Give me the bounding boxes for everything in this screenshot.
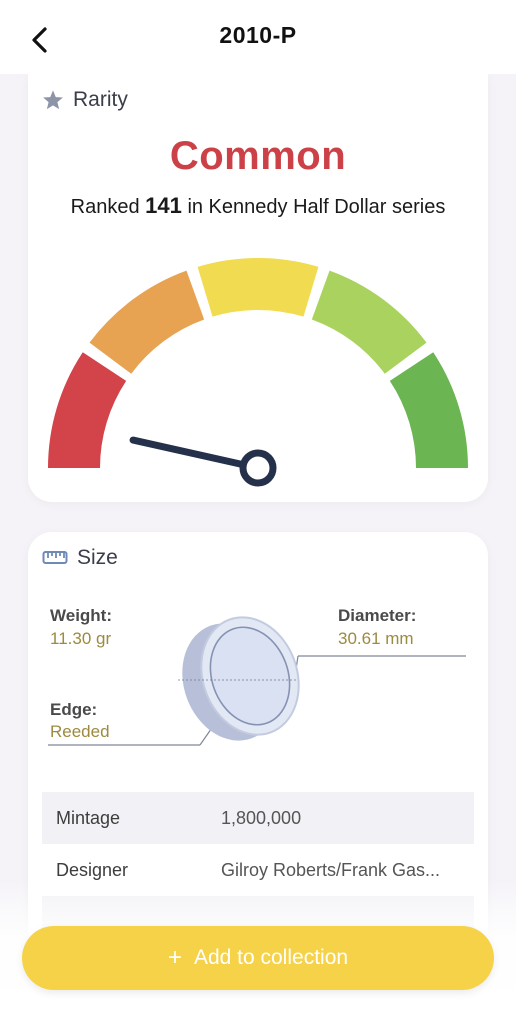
rank-prefix: Ranked — [70, 196, 140, 218]
plus-icon: + — [167, 944, 182, 971]
row-value: 1,800,000 — [221, 807, 302, 828]
rarity-header: Rarity — [42, 88, 128, 112]
edge-value: Reeded — [50, 722, 110, 741]
rarity-section-label: Rarity — [73, 88, 128, 111]
weight-value: 11.30 gr — [50, 629, 112, 648]
add-to-collection-label: Add to collection — [193, 946, 349, 969]
page-title: 2010-P — [219, 22, 297, 48]
ruler-icon — [42, 551, 68, 564]
rank-number: 141 — [145, 193, 182, 218]
star-icon — [43, 90, 63, 110]
rank-text: Ranked 141 in Kennedy Half Dollar series — [68, 192, 448, 221]
gauge-segment — [311, 270, 427, 374]
rarity-value: Common — [169, 134, 347, 178]
gauge-hub — [239, 449, 277, 487]
gauge-segment — [48, 352, 127, 468]
add-to-collection-button[interactable]: + Add to collection — [22, 926, 494, 990]
edge-label: Edge: — [50, 700, 98, 719]
row-value: Gilroy Roberts/Frank Gas... — [221, 859, 441, 880]
diameter-label: Diameter: — [338, 606, 417, 625]
table-row: Mintage 1,800,000 — [42, 792, 474, 844]
rarity-card: Rarity Common Ranked 141 in Kennedy Half… — [28, 74, 488, 502]
gauge-segment — [89, 270, 205, 374]
rank-suffix: in Kennedy Half Dollar series — [187, 196, 446, 218]
row-key: Mintage — [56, 807, 121, 828]
top-bar: 2010-P — [0, 0, 516, 74]
gauge-segment — [389, 352, 468, 468]
rarity-gauge — [48, 258, 468, 487]
size-header: Size — [42, 546, 118, 570]
diameter-value: 30.61 mm — [338, 629, 414, 648]
gauge-needle — [129, 436, 262, 472]
row-key: Designer — [56, 859, 129, 880]
gauge-segment — [197, 258, 319, 317]
size-section-label: Size — [77, 546, 118, 569]
weight-label: Weight: — [50, 606, 113, 625]
